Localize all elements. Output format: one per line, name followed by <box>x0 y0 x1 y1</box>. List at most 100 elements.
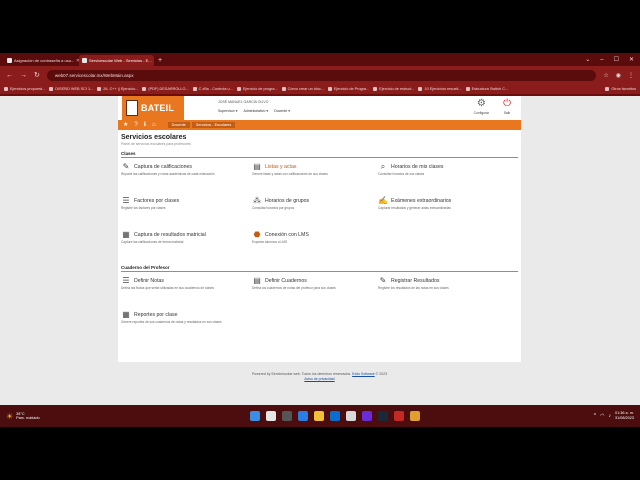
favorite-star-icon[interactable]: ☆ <box>603 72 608 79</box>
service-factores-clases[interactable]: ☰ Factores por clases Registre los factor… <box>121 192 252 226</box>
section-heading-clases: Clases <box>121 151 518 158</box>
user-box: JOSÉ MANUEL GARCÍA OLIVO Supervisor ▾ Ad… <box>218 96 290 120</box>
service-reportes-clase[interactable]: ▦ Reportes por clase Genere reportes de s… <box>121 306 252 340</box>
page-footer: Powered by Servicescolar web. Todos los … <box>118 372 521 382</box>
chrome-icon[interactable] <box>409 411 420 421</box>
menu-docente[interactable]: Docente ▾ <box>274 109 290 113</box>
service-title[interactable]: Factores por clases <box>134 198 179 204</box>
privacy-link[interactable]: Aviso de privacidad <box>304 377 334 381</box>
bookmark-item[interactable]: DISEÑO WEB SCI 1... <box>49 87 93 91</box>
forward-arrow-icon[interactable]: → <box>20 72 27 79</box>
salir-button[interactable]: ⏻ Salir <box>503 98 511 115</box>
new-tab-button[interactable]: + <box>154 55 166 66</box>
service-title[interactable]: Captura de resultados matricial <box>134 232 206 238</box>
clases-grid: ✎ Captura de calificaciones Reporte las c… <box>121 158 518 260</box>
service-title[interactable]: Horarios de grupos <box>265 198 309 204</box>
edge-icon[interactable] <box>297 411 308 421</box>
service-title[interactable]: Horarios de mis clases <box>391 164 443 170</box>
bookmark-item[interactable]: Ejercicio de estruct... <box>373 87 414 91</box>
bookmark-favicon-icon <box>236 87 241 91</box>
bookmark-label: 26. C++ || Ejercicio... <box>103 87 139 91</box>
breadcrumb-docente[interactable]: Docente <box>167 122 190 128</box>
tab-search-icon[interactable]: ⌄ <box>585 55 590 66</box>
bookmark-item[interactable]: 26. C++ || Ejercicio... <box>97 87 138 91</box>
service-title[interactable]: Registrar Resultados <box>391 278 439 284</box>
task-view-icon[interactable] <box>281 411 292 421</box>
file-explorer-icon[interactable] <box>313 411 324 421</box>
reload-icon[interactable]: ↻ <box>34 71 40 79</box>
configurar-button[interactable]: ⚙ Configurar <box>474 98 489 115</box>
info-icon[interactable]: ℹ <box>144 120 146 130</box>
steam-icon[interactable] <box>377 411 388 421</box>
url-field[interactable]: web07.servicescolar.mx/WebMain.aspx <box>46 69 597 81</box>
bookmark-item[interactable]: Ejercicio de Progra... <box>327 87 369 91</box>
bookmark-item[interactable]: C #9a - Controla u... <box>192 87 233 91</box>
service-definir-notas[interactable]: ☰ Definir Notas Defina las Notas que será… <box>121 272 252 306</box>
menu-administrativo[interactable]: Administrativo ▾ <box>243 109 268 113</box>
service-title[interactable]: Conexión con LMS <box>265 232 309 238</box>
browser-tab[interactable]: Asignación de contraseña a usu... × <box>4 55 79 66</box>
service-captura-calificaciones[interactable]: ✎ Captura de calificaciones Reporte las c… <box>121 158 252 192</box>
bookmarks-bar: Ejercicios propuest... DISEÑO WEB SCI 1.… <box>0 84 640 95</box>
bookmark-item[interactable]: Estructura Switch C... <box>465 87 508 91</box>
back-arrow-icon[interactable]: ← <box>6 72 13 79</box>
wifi-icon[interactable]: ◠ <box>600 413 604 419</box>
bookmark-item[interactable]: (PDF) DESARROLLO... <box>142 87 189 91</box>
close-window-button[interactable]: ✕ <box>629 55 634 66</box>
menu-supervisor[interactable]: Supervisor ▾ <box>218 109 237 113</box>
bookmark-favicon-icon <box>373 87 378 91</box>
visual-studio-icon[interactable] <box>361 411 372 421</box>
minimize-button[interactable]: – <box>600 55 603 66</box>
volume-icon[interactable]: ♪ <box>608 413 611 419</box>
bookmark-item[interactable]: Cómo crear un bloc... <box>281 87 324 91</box>
store-icon[interactable] <box>329 411 340 421</box>
service-title[interactable]: Definir Notas <box>134 278 164 284</box>
browser-tab-active[interactable]: Servicescolar Web - Servicios - E... × <box>79 55 154 66</box>
logo-text: BATEIL <box>141 103 175 113</box>
windows-start-icon[interactable] <box>249 411 260 421</box>
service-listas-actas[interactable]: ▤ Listas y actas Genere listas y actas co… <box>252 158 378 192</box>
home-icon[interactable]: ⌂ <box>152 120 156 130</box>
app-icon[interactable] <box>345 411 356 421</box>
folder-icon <box>605 87 610 91</box>
tray-chevron-icon[interactable]: ^ <box>594 413 596 419</box>
service-registrar-resultados[interactable]: ✎ Registrar Resultados Registre los resul… <box>378 272 518 306</box>
weather-widget[interactable]: ☀ 38°C Parc. nublado <box>0 412 40 421</box>
bookmark-item[interactable]: Ejercicios propuest... <box>4 87 45 91</box>
service-title[interactable]: Captura de calificaciones <box>134 164 192 170</box>
bookmark-item[interactable]: 10 Ejercicios resuelt... <box>418 87 462 91</box>
service-title[interactable]: Definir Cuadernos <box>265 278 307 284</box>
bookmark-item[interactable]: Ejercicio de progra... <box>236 87 278 91</box>
profile-icon[interactable]: ◉ <box>616 72 621 79</box>
star-icon[interactable]: ★ <box>123 120 128 130</box>
bookmark-favicon-icon <box>281 87 286 91</box>
footer-company-link[interactable]: Exito Software <box>352 372 375 376</box>
menu-dots-icon[interactable]: ⋮ <box>628 72 634 79</box>
search-icon[interactable] <box>265 411 276 421</box>
service-desc: Consultar horarios por grupos <box>252 206 295 210</box>
service-title[interactable]: Exámenes extraordinarios <box>391 198 451 204</box>
service-horarios-clases[interactable]: ⌕ Horarios de mis clases Consultar horari… <box>378 158 518 192</box>
logo-mark-icon <box>126 100 138 116</box>
breadcrumb-servicios[interactable]: Servicios - Escolares <box>191 122 236 128</box>
service-title[interactable]: Reportes por clase <box>134 312 178 318</box>
service-definir-cuadernos[interactable]: ▤ Definir Cuadernos Defina los cuadernos … <box>252 272 378 306</box>
bookmark-favicon-icon <box>49 87 54 91</box>
grade-sheet-icon: ▦ <box>122 230 130 239</box>
bookmark-label: Ejercicios propuest... <box>10 87 46 91</box>
other-favorites-label: Otros favoritos <box>611 87 636 91</box>
service-horarios-grupos[interactable]: ⁂ Horarios de grupos Consultar horarios p… <box>252 192 378 226</box>
tab-favicon-icon <box>7 58 12 63</box>
help-icon[interactable]: ? <box>134 120 137 130</box>
maximize-button[interactable]: ☐ <box>614 55 619 66</box>
service-title[interactable]: Listas y actas <box>265 164 296 170</box>
document-icon: ▤ <box>253 162 261 171</box>
clock[interactable]: 01:36 a. m. 31/08/2023 <box>615 411 634 421</box>
bateil-logo[interactable]: BATEIL <box>122 96 184 120</box>
taskbar-apps <box>249 411 420 421</box>
service-examenes-extraordinarios[interactable]: ✍ Exámenes extraordinarios Capturar resul… <box>378 192 518 226</box>
app-icon[interactable] <box>393 411 404 421</box>
other-favorites[interactable]: Otros favoritos <box>605 87 636 91</box>
service-captura-matricial[interactable]: ▦ Captura de resultados matricial Capture… <box>121 226 252 260</box>
service-conexion-lms[interactable]: ⬣ Conexión con LMS Exportar alumnos a LMS <box>252 226 378 260</box>
